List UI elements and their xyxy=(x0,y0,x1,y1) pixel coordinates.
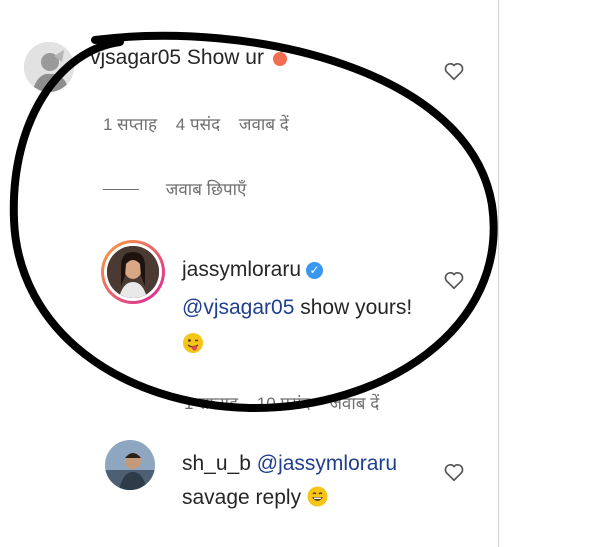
reply-meta: 1 सप्ताह 10 पसंद जवाब दें xyxy=(184,391,393,414)
user-photo-icon xyxy=(107,246,159,298)
verified-badge-icon: ✓ xyxy=(306,262,324,279)
reply-button[interactable]: जवाब दें xyxy=(239,115,289,134)
reply2-message: savage reply xyxy=(182,486,302,509)
reply2-text: savage reply xyxy=(182,486,328,510)
comment-body: vjsagar05 Show ur xyxy=(90,46,290,70)
winking-tongue-emoji-icon xyxy=(182,332,204,359)
story-ring-avatar[interactable] xyxy=(101,240,165,304)
comment-meta: 1 सप्ताह 4 पसंद जवाब दें xyxy=(103,112,303,135)
comment-username[interactable]: vjsagar05 xyxy=(90,46,181,69)
panel-edge xyxy=(498,0,499,547)
reply-header: jassymloraru ✓ xyxy=(182,258,324,282)
like-heart-icon[interactable] xyxy=(443,60,465,82)
user-photo-icon xyxy=(105,440,155,490)
reply-text: @vjsagar05 show yours! xyxy=(182,296,412,320)
hide-replies-button[interactable]: जवाब छिपाएँ xyxy=(103,177,246,200)
comment-likes[interactable]: 4 पसंद xyxy=(176,115,220,134)
hide-replies-label: जवाब छिपाएँ xyxy=(165,180,247,199)
reply-username[interactable]: jassymloraru xyxy=(182,258,301,281)
mention-link[interactable]: @jassymloraru xyxy=(257,452,397,475)
avatar[interactable] xyxy=(105,440,155,490)
comment-text: Show ur xyxy=(186,46,264,69)
reply2-username[interactable]: sh_u_b xyxy=(182,452,251,475)
grinning-emoji-icon xyxy=(307,486,328,509)
reply-time[interactable]: 1 सप्ताह xyxy=(184,394,238,413)
reply-likes[interactable]: 10 पसंद xyxy=(257,394,311,413)
avatar[interactable] xyxy=(24,42,74,92)
comment-time[interactable]: 1 सप्ताह xyxy=(103,115,157,134)
divider-line-icon xyxy=(103,189,139,190)
reply-message: show yours! xyxy=(300,296,413,319)
like-heart-icon[interactable] xyxy=(443,461,465,483)
mention-link[interactable]: @vjsagar05 xyxy=(182,296,294,319)
like-heart-icon[interactable] xyxy=(443,269,465,291)
reply2-header: sh_u_b @jassymloraru xyxy=(182,452,397,476)
reply-button[interactable]: जवाब दें xyxy=(329,394,379,413)
user-avatar-icon xyxy=(24,42,74,92)
peach-emoji-icon xyxy=(270,46,290,69)
